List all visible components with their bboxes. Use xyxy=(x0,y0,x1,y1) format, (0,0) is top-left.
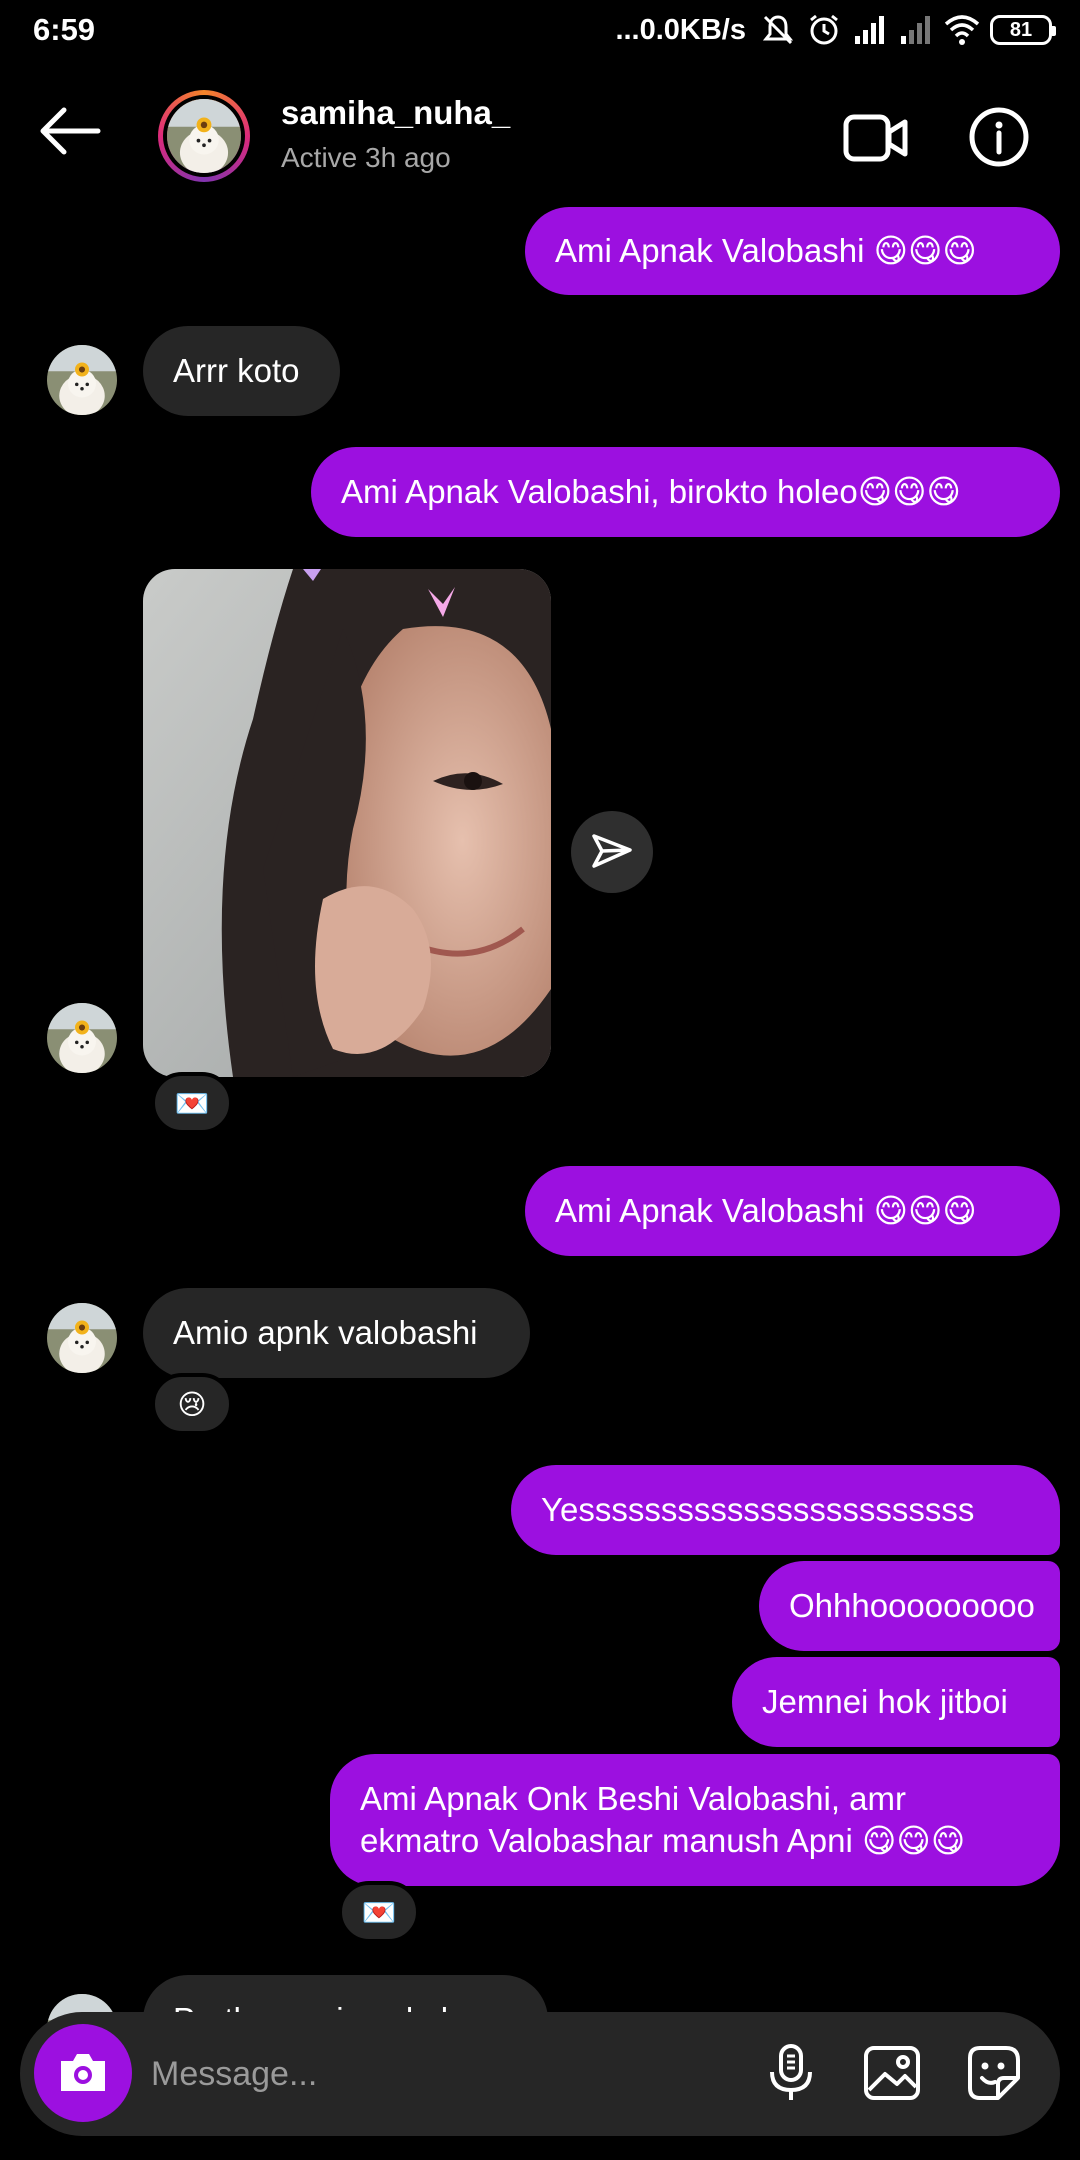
microphone-icon[interactable] xyxy=(760,2042,822,2104)
status-time: 6:59 xyxy=(33,12,96,47)
network-speed: ...0.0KB/s xyxy=(615,13,746,46)
info-icon[interactable] xyxy=(968,106,1030,168)
message-sent[interactable]: Ami Apnak Valobashi, birokto holeo😋😋😋 xyxy=(311,447,1060,537)
signal-icon-2 xyxy=(901,16,930,44)
video-call-icon[interactable] xyxy=(843,112,909,164)
battery-level: 81 xyxy=(1009,18,1033,41)
message-sent[interactable]: Ami Apnak Valobashi 😋😋😋 xyxy=(525,207,1060,295)
chat-header: samiha_nuha_ Active 3h ago xyxy=(0,62,1080,210)
message-sent[interactable]: Ohhhooooooooo xyxy=(759,1561,1060,1651)
message-composer xyxy=(20,2012,1060,2136)
mute-icon xyxy=(762,15,794,45)
dog-avatar-image xyxy=(167,99,241,173)
camera-button[interactable] xyxy=(34,2024,132,2122)
active-status: Active 3h ago xyxy=(281,142,451,173)
chat-username[interactable]: samiha_nuha_ xyxy=(281,94,510,132)
wifi-icon xyxy=(944,15,980,45)
avatar[interactable] xyxy=(47,1303,117,1373)
avatar[interactable] xyxy=(47,345,117,415)
message-input[interactable] xyxy=(151,2046,711,2102)
header-avatar[interactable] xyxy=(158,90,250,182)
message-sent[interactable]: Ami Apnak Valobashi 😋😋😋 xyxy=(525,1166,1060,1256)
status-bar: 6:59 ...0.0KB/s 81 xyxy=(0,0,1080,62)
message-sent[interactable]: Jemnei hok jitboi xyxy=(732,1657,1060,1747)
signal-icon xyxy=(855,16,884,44)
status-icons: ...0.0KB/s 81 xyxy=(615,10,1056,50)
reaction-badge[interactable]: 💌 xyxy=(338,1881,420,1943)
battery-icon: 81 xyxy=(990,15,1056,45)
message-sent[interactable]: Ami Apnak Onk Beshi Valobashi, amr ekmat… xyxy=(330,1754,1060,1886)
message-received[interactable]: Amio apnk valobashi xyxy=(143,1288,530,1378)
camera-icon xyxy=(61,2054,105,2091)
back-arrow-icon[interactable] xyxy=(38,106,104,156)
reaction-badge[interactable]: 💌 xyxy=(151,1072,233,1134)
avatar[interactable] xyxy=(47,1003,117,1073)
send-icon xyxy=(592,834,632,868)
share-button[interactable] xyxy=(571,811,653,893)
message-sent[interactable]: Yessssssssssssssssssssssss xyxy=(511,1465,1060,1555)
alarm-icon xyxy=(810,14,838,45)
message-received[interactable]: Arrr koto xyxy=(143,326,340,416)
reaction-badge[interactable]: 😢 xyxy=(151,1373,233,1435)
gallery-icon[interactable] xyxy=(861,2042,923,2104)
shared-photo[interactable] xyxy=(143,569,551,1077)
selfie-image xyxy=(143,569,551,1077)
sticker-icon[interactable] xyxy=(962,2042,1024,2104)
